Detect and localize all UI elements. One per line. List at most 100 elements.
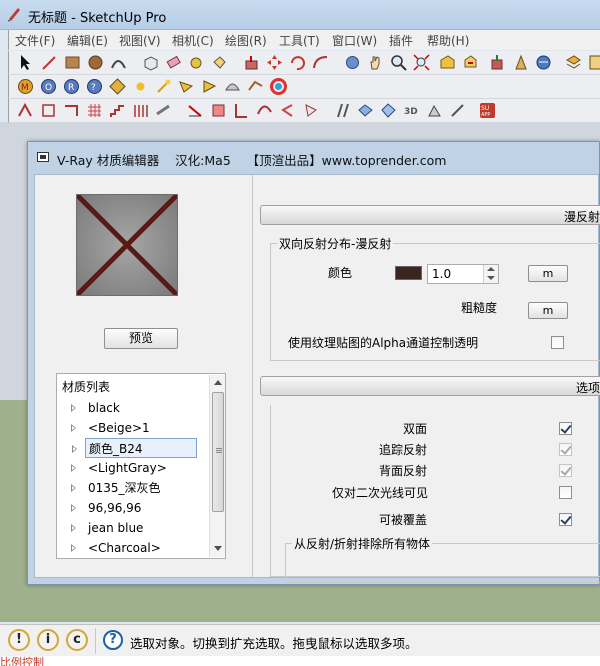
expand-arrow-icon[interactable] <box>71 464 76 472</box>
scrollbar-thumb[interactable] <box>212 392 224 512</box>
material-list-item[interactable]: <LightGray> <box>71 458 205 478</box>
grid-tool-icon[interactable] <box>86 102 103 119</box>
pan-hand-icon[interactable] <box>367 54 384 71</box>
material-list-item[interactable]: black <box>71 398 205 418</box>
menu-camera[interactable]: 相机(C) <box>172 32 214 49</box>
round-corner-icon[interactable] <box>210 102 227 119</box>
dialog-titlebar[interactable]: V-Ray 材质编辑器 汉化:Ma5 【顶渲出品】www.toprender.c… <box>28 142 599 172</box>
material-list-item[interactable]: <Beige>1 <box>71 418 205 438</box>
preview-button[interactable]: 预览 <box>104 328 178 349</box>
expand-arrow-icon[interactable] <box>71 524 76 532</box>
push-pull-icon[interactable] <box>243 54 260 71</box>
rectangle-icon[interactable] <box>64 54 81 71</box>
vray-help-icon[interactable]: ? <box>86 78 103 95</box>
scroll-down-arrow-icon[interactable] <box>210 541 226 557</box>
alpha-transparency-checkbox[interactable] <box>551 336 564 349</box>
diffuse-color-swatch[interactable] <box>395 266 422 280</box>
scale-tool-icon[interactable] <box>40 102 57 119</box>
material-list-item[interactable]: 96,96,96 <box>71 498 205 518</box>
zoom-extents-icon[interactable] <box>413 54 430 71</box>
scroll-up-arrow-icon[interactable] <box>210 375 226 391</box>
color-multiplier-spinner[interactable]: 1.0 <box>427 264 499 284</box>
tape-measure-icon[interactable] <box>188 54 205 71</box>
pen-tool-icon[interactable] <box>449 102 466 119</box>
arc-icon[interactable] <box>110 54 127 71</box>
menu-file[interactable]: 文件(F) <box>15 32 55 49</box>
credits-status-icon[interactable]: i <box>37 629 59 651</box>
menu-edit[interactable]: 编辑(E) <box>67 32 108 49</box>
help-status-icon[interactable]: ? <box>103 630 123 650</box>
paint-bucket-icon[interactable] <box>211 54 228 71</box>
shape-bender-icon[interactable] <box>334 102 351 119</box>
material-list-item[interactable]: 0135_深灰色 <box>71 478 205 498</box>
geo-location-status-icon[interactable]: ! <box>8 629 30 651</box>
trace-reflections-checkbox[interactable] <box>559 443 572 456</box>
cleanup-icon[interactable] <box>426 102 443 119</box>
3d-text-icon[interactable]: 3D <box>403 102 420 119</box>
expand-arrow-icon[interactable] <box>71 504 76 512</box>
can-be-overridden-checkbox[interactable] <box>559 513 572 526</box>
vray-ies-light-icon[interactable] <box>201 78 218 95</box>
vray-omni-light-icon[interactable] <box>155 78 172 95</box>
spinner-arrows-icon[interactable] <box>483 265 498 283</box>
expand-arrow-icon[interactable] <box>72 445 77 453</box>
flip-tool-icon[interactable] <box>17 102 34 119</box>
zoom-icon[interactable] <box>390 54 407 71</box>
select-arrow-icon[interactable] <box>17 54 34 71</box>
copyright-status-icon[interactable]: c <box>66 629 88 651</box>
stairs-tool-icon[interactable] <box>109 102 126 119</box>
vray-sun-icon[interactable] <box>132 78 149 95</box>
components-icon[interactable] <box>512 54 529 71</box>
geo-location-icon[interactable] <box>535 54 552 71</box>
menu-tools[interactable]: 工具(T) <box>279 32 320 49</box>
expand-arrow-icon[interactable] <box>71 424 76 432</box>
chamfer-tool-icon[interactable] <box>187 102 204 119</box>
menu-window[interactable]: 窗口(W) <box>332 32 377 49</box>
menu-plugins[interactable]: 插件 <box>389 32 413 49</box>
menu-draw[interactable]: 绘图(R) <box>225 32 267 49</box>
pencil-line-icon[interactable] <box>41 54 58 71</box>
layer-manager-icon[interactable] <box>565 54 582 71</box>
material-list-item[interactable]: jean blue <box>71 518 205 538</box>
extrude-edges-icon[interactable] <box>233 102 250 119</box>
offset-icon[interactable] <box>312 54 329 71</box>
vray-color-wheel-icon[interactable] <box>270 78 287 95</box>
vray-spot-light-icon[interactable] <box>178 78 195 95</box>
circle-icon[interactable] <box>87 54 104 71</box>
weld-lines-icon[interactable] <box>279 102 296 119</box>
expand-arrow-icon[interactable] <box>71 404 76 412</box>
expand-arrow-icon[interactable] <box>71 544 76 552</box>
vray-options-icon[interactable]: O <box>40 78 57 95</box>
menu-help[interactable]: 帮助(H) <box>427 32 469 49</box>
secondary-rays-only-checkbox[interactable] <box>559 486 572 499</box>
warehouse-get-models-icon[interactable] <box>439 54 456 71</box>
suapp-icon[interactable]: SUAPP <box>479 102 496 119</box>
diffuse-rollout-header[interactable]: 漫反射 <box>260 205 600 225</box>
model-info-icon[interactable] <box>588 54 600 71</box>
double-sided-checkbox[interactable] <box>559 422 572 435</box>
joint-push-pull-icon[interactable] <box>357 102 374 119</box>
subdivide-icon[interactable] <box>380 102 397 119</box>
eraser-icon[interactable] <box>165 54 182 71</box>
back-reflections-checkbox[interactable] <box>559 464 572 477</box>
make-component-icon[interactable] <box>142 54 159 71</box>
share-model-icon[interactable] <box>462 54 479 71</box>
follow-me-icon[interactable] <box>63 102 80 119</box>
material-list-item[interactable]: <Charcoal> <box>71 538 205 558</box>
pipe-tool-icon[interactable] <box>155 102 172 119</box>
menu-view[interactable]: 视图(V) <box>119 32 161 49</box>
vray-render-icon[interactable]: R <box>63 78 80 95</box>
material-list-scrollbar[interactable] <box>209 375 225 557</box>
vray-dome-light-icon[interactable] <box>224 78 241 95</box>
roughness-map-button[interactable]: m <box>528 302 568 319</box>
fence-tool-icon[interactable] <box>132 102 149 119</box>
vray-frame-buffer-icon[interactable] <box>109 78 126 95</box>
orbit-icon[interactable] <box>344 54 361 71</box>
extension-warehouse-icon[interactable] <box>489 54 506 71</box>
options-rollout-header[interactable]: 选项 <box>260 376 600 396</box>
material-list-item-selected[interactable]: 颜色_B24 <box>72 438 197 458</box>
move-icon[interactable] <box>266 54 283 71</box>
drop-tool-icon[interactable] <box>302 102 319 119</box>
rotate-icon[interactable] <box>289 54 306 71</box>
color-map-button[interactable]: m <box>528 265 568 282</box>
